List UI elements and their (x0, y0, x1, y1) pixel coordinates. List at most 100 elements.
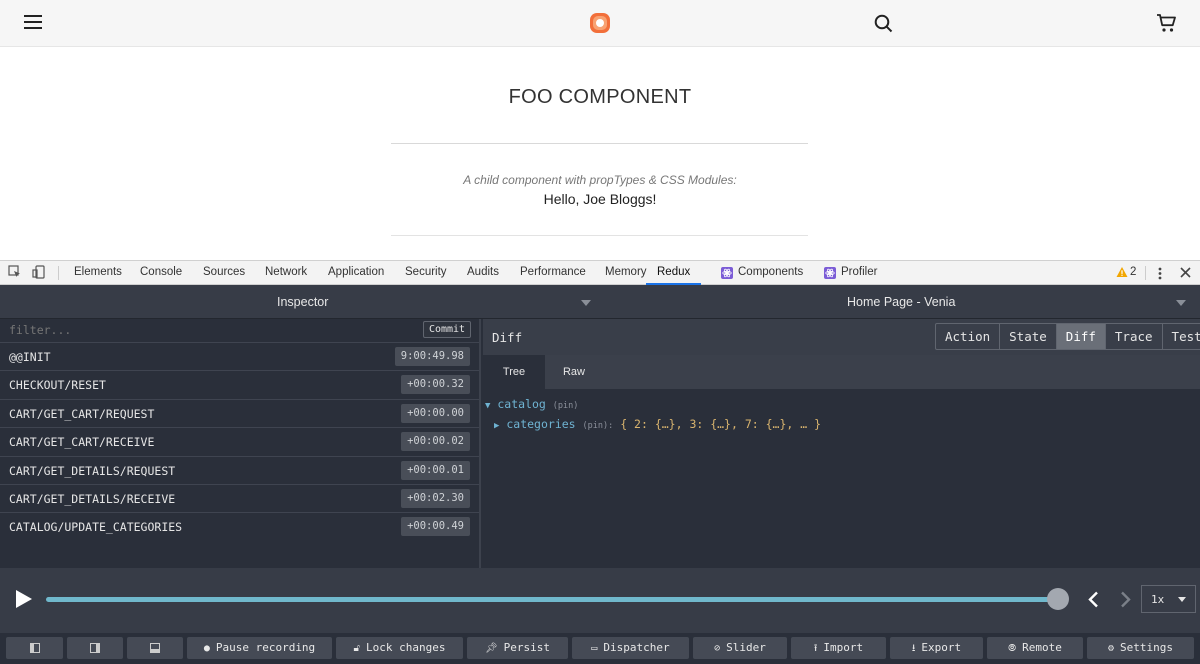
menu-icon[interactable] (24, 15, 42, 29)
tab-state[interactable]: State (999, 324, 1056, 349)
tab-separator (58, 266, 59, 280)
tab-diff[interactable]: Diff (1055, 324, 1105, 349)
action-name: CART/GET_CART/RECEIVE (9, 435, 155, 450)
button-label: Dispatcher (603, 641, 670, 654)
tree-value: { 2: {…}, 3: {…}, 7: {…}, … } (620, 417, 821, 431)
collapsed-arrow-icon[interactable]: ▶ (494, 421, 499, 431)
filter-input[interactable] (9, 323, 389, 337)
action-item[interactable]: CART/GET_DETAILS/REQUEST +00:00.01 (0, 457, 479, 485)
tab-tree[interactable]: Tree (483, 355, 545, 389)
slider-button[interactable]: ⊘ Slider (693, 637, 787, 659)
action-list: Commit @@INIT 9:00:49.98 CHECKOUT/RESET … (0, 319, 481, 568)
next-icon[interactable] (1120, 591, 1132, 608)
tab-raw[interactable]: Raw (543, 355, 605, 389)
tab-test[interactable]: Test (1161, 324, 1200, 349)
play-icon[interactable] (15, 589, 33, 609)
tab-console[interactable]: Console (140, 261, 182, 285)
action-item[interactable]: CART/GET_DETAILS/RECEIVE +00:02.30 (0, 485, 479, 514)
tab-elements[interactable]: Elements (74, 261, 122, 285)
gear-icon: ⚙ (1107, 643, 1115, 654)
instance-select[interactable]: Home Page - Venia (847, 295, 955, 309)
dock-left-icon (29, 643, 40, 653)
import-button[interactable]: ⭱ Import (791, 637, 886, 659)
lock-icon: 🔓︎ (353, 643, 360, 654)
dock-right-button[interactable] (67, 637, 123, 659)
tree-pin[interactable]: (pin): (583, 421, 614, 431)
action-name: CART/GET_DETAILS/RECEIVE (9, 492, 176, 506)
dock-bottom-button[interactable] (127, 637, 183, 659)
slider-thumb[interactable] (1047, 588, 1069, 610)
action-time: +00:00.00 (401, 403, 470, 423)
upload-icon: ⭱ (813, 643, 818, 654)
action-time: 9:00:49.98 (394, 347, 470, 366)
tab-profiler[interactable]: Profiler (841, 261, 877, 285)
logo-icon[interactable] (589, 12, 611, 34)
timeline-slider[interactable] (46, 597, 1058, 602)
pause-recording-button[interactable]: ● Pause recording (187, 637, 332, 659)
devtools-tab-bar: Elements Console Sources Network Applica… (0, 260, 1200, 285)
record-icon: ● (203, 643, 210, 654)
view-tabs: Tree Raw (483, 355, 1200, 389)
speed-select[interactable]: 1x (1141, 585, 1196, 613)
action-time: +00:00.02 (401, 432, 470, 452)
expanded-arrow-icon[interactable]: ▼ (485, 401, 490, 411)
tab-action[interactable]: Action (936, 324, 999, 349)
tree-pin[interactable]: (pin) (553, 401, 579, 411)
filter-row: Commit (0, 319, 479, 343)
dock-left-button[interactable] (6, 637, 63, 659)
settings-button[interactable]: ⚙ Settings (1087, 637, 1194, 659)
tab-sources[interactable]: Sources (203, 261, 245, 285)
dock-bottom-icon (150, 643, 160, 653)
tab-security[interactable]: Security (405, 261, 447, 285)
button-label: Import (823, 641, 864, 654)
dock-right-icon (90, 643, 100, 653)
button-label: Export (921, 641, 962, 654)
warning-count[interactable]: 2 (1130, 261, 1136, 285)
inspector-bar: Inspector Home Page - Venia (0, 285, 1200, 319)
monitor-select[interactable]: Inspector (277, 295, 328, 309)
tab-audits[interactable]: Audits (467, 261, 499, 285)
lock-changes-button[interactable]: 🔓︎ Lock changes (336, 637, 463, 659)
diff-tree: ▼ catalog (pin) ▶ categories (pin): { 2:… (483, 389, 1200, 568)
action-time: +00:00.32 (401, 375, 470, 395)
action-item[interactable]: CART/GET_CART/REQUEST +00:00.00 (0, 400, 479, 429)
greeting-text: Hello, Joe Bloggs! (543, 191, 657, 207)
divider (391, 143, 808, 144)
tab-redux[interactable]: Redux (646, 261, 702, 285)
chevron-down-icon[interactable] (581, 300, 591, 306)
tab-trace[interactable]: Trace (1104, 324, 1162, 349)
monitor-tabs: Action State Diff Trace Test (935, 323, 1200, 350)
dispatcher-button[interactable]: ▭ Dispatcher (572, 637, 689, 659)
cart-icon[interactable] (1156, 13, 1177, 33)
remote-button[interactable]: ⦾ Remote (987, 637, 1083, 659)
tree-key: catalog (497, 397, 546, 411)
action-name: CATALOG/UPDATE_CATEGORIES (9, 520, 183, 535)
action-item[interactable]: @@INIT 9:00:49.98 (0, 343, 479, 372)
search-icon[interactable] (874, 14, 893, 33)
tab-memory[interactable]: Memory (605, 261, 647, 285)
action-item[interactable]: CHECKOUT/RESET +00:00.32 (0, 371, 479, 400)
bottom-toolbar: ● Pause recording 🔓︎ Lock changes 📌︎ Persis… (0, 633, 1200, 664)
tree-node[interactable]: ▼ catalog (pin) (485, 397, 578, 411)
action-item[interactable]: CATALOG/UPDATE_CATEGORIES +00:00.49 (0, 513, 479, 541)
tab-components[interactable]: Components (738, 261, 803, 285)
chevron-down-icon[interactable] (1176, 300, 1186, 306)
action-name: CHECKOUT/RESET (9, 378, 106, 393)
monitor-pane: Diff Action State Diff Trace Test Tree R… (483, 319, 1200, 568)
commit-button[interactable]: Commit (423, 321, 471, 338)
monitor-header: Diff Action State Diff Trace Test (483, 319, 1200, 355)
tab-application[interactable]: Application (328, 261, 384, 285)
tree-node[interactable]: ▶ categories (pin): { 2: {…}, 3: {…}, 7:… (494, 417, 821, 431)
action-time: +00:00.49 (401, 517, 470, 537)
action-item[interactable]: CART/GET_CART/RECEIVE +00:00.02 (0, 428, 479, 457)
persist-button[interactable]: 📌︎ Persist (467, 637, 568, 659)
export-button[interactable]: ⭳ Export (890, 637, 983, 659)
tab-network[interactable]: Network (265, 261, 307, 285)
tab-performance[interactable]: Performance (520, 261, 586, 285)
previous-icon[interactable] (1087, 591, 1099, 608)
tree-key: categories (506, 417, 576, 431)
redux-devtools-panel: Inspector Home Page - Venia Commit @@INI… (0, 285, 1200, 664)
button-label: Pause recording (215, 641, 316, 654)
action-name: CART/GET_CART/REQUEST (9, 406, 155, 421)
divider (391, 235, 808, 236)
